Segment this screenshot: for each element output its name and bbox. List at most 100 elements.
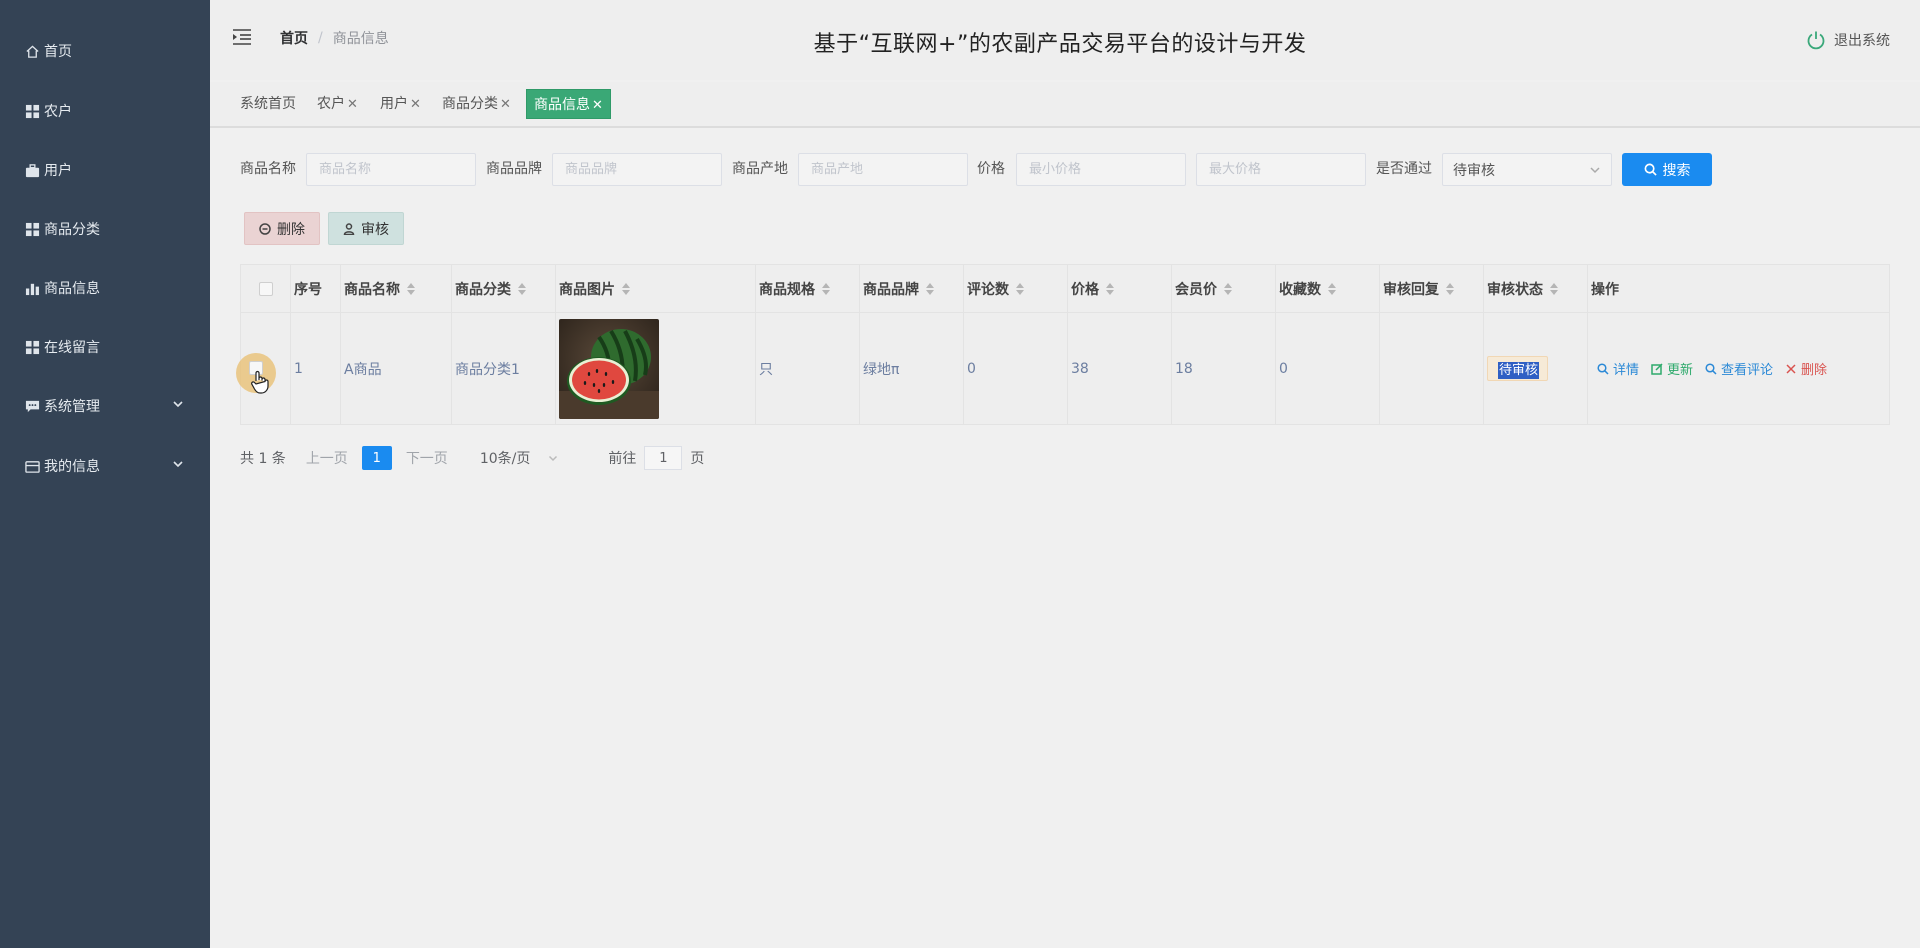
- column-header-audit-reply[interactable]: 审核回复: [1380, 265, 1484, 312]
- view-reviews-button[interactable]: 查看评论: [1705, 359, 1773, 378]
- system-title: 基于“互联网+”的农副产品交易平台的设计与开发: [813, 32, 1307, 57]
- close-icon[interactable]: ✕: [410, 97, 421, 112]
- sidebar-item-products[interactable]: 商品信息: [0, 268, 210, 308]
- close-icon[interactable]: ✕: [347, 97, 358, 112]
- select-all-checkbox[interactable]: [258, 281, 273, 296]
- table-header-row: 序号 商品名称 商品分类 商品图片 商品规格 商品品牌 评论数 价格 会员价 收…: [241, 265, 1889, 313]
- name-filter-label: 商品名称: [240, 161, 296, 177]
- sidebar-item-profile[interactable]: 我的信息: [0, 446, 210, 486]
- detail-label: 详情: [1613, 363, 1640, 378]
- tag-products[interactable]: 商品信息 ✕: [526, 89, 611, 119]
- sidebar-item-messages[interactable]: 在线留言: [0, 327, 210, 367]
- sort-icon[interactable]: [1016, 282, 1024, 295]
- sort-icon[interactable]: [1106, 282, 1114, 295]
- sort-icon[interactable]: [926, 282, 934, 295]
- column-header-label: 序号: [294, 281, 322, 298]
- goto-page-input[interactable]: [644, 446, 683, 470]
- max-price-input[interactable]: [1196, 153, 1366, 186]
- status-badge: 待审核: [1487, 356, 1549, 381]
- name-filter-input[interactable]: [306, 153, 476, 186]
- column-header-price[interactable]: 价格: [1068, 265, 1172, 312]
- tag-home[interactable]: 系统首页: [234, 89, 302, 119]
- detail-button[interactable]: 详情: [1597, 359, 1639, 378]
- page-number-1[interactable]: 1: [361, 446, 392, 470]
- delete-row-button[interactable]: 删除: [1785, 359, 1827, 378]
- sidebar-item-categories[interactable]: 商品分类: [0, 209, 210, 249]
- cell-operations: 详情 更新 查看评论 删除: [1588, 313, 1891, 424]
- cell-spec: 只: [756, 313, 860, 424]
- chat-icon: [24, 398, 40, 414]
- sidebar-item-label: 系统管理: [44, 399, 100, 415]
- cell-name: A商品: [341, 313, 452, 424]
- sidebar: 首页 农户 用户 商品分类 商品信息 在线留言 系统管理 我的信息: [0, 0, 210, 948]
- sort-icon[interactable]: [1550, 282, 1558, 295]
- origin-filter-input[interactable]: [798, 153, 968, 186]
- column-header-operations: 操作: [1588, 265, 1891, 312]
- column-header-spec[interactable]: 商品规格: [756, 265, 860, 312]
- sidebar-item-farmers[interactable]: 农户: [0, 91, 210, 131]
- min-price-input[interactable]: [1016, 153, 1186, 186]
- cell-audit-reply: [1380, 313, 1484, 424]
- row-select-cell: [236, 313, 291, 424]
- sort-icon[interactable]: [407, 282, 415, 295]
- sidebar-item-label: 商品分类: [44, 222, 100, 238]
- search-button-label: 搜索: [1662, 162, 1691, 179]
- sort-icon[interactable]: [622, 282, 630, 295]
- prev-page-button[interactable]: 上一页: [306, 448, 348, 468]
- tag-users[interactable]: 用户 ✕: [374, 89, 427, 119]
- close-icon[interactable]: ✕: [500, 97, 511, 112]
- goto-unit: 页: [690, 451, 705, 467]
- grid-icon: [24, 339, 40, 355]
- column-header-brand[interactable]: 商品品牌: [860, 265, 964, 312]
- column-header-comments[interactable]: 评论数: [964, 265, 1068, 312]
- update-button[interactable]: 更新: [1651, 359, 1693, 378]
- sort-icon[interactable]: [1446, 282, 1454, 295]
- batch-delete-label: 删除: [277, 221, 305, 238]
- search-icon: [1597, 362, 1609, 375]
- view-reviews-label: 查看评论: [1721, 363, 1774, 378]
- cell-price: 38: [1068, 313, 1172, 424]
- column-header-member-price[interactable]: 会员价: [1172, 265, 1276, 312]
- sidebar-item-home[interactable]: 首页: [0, 31, 210, 71]
- column-header-label: 审核状态: [1487, 281, 1543, 298]
- price-filter-label: 价格: [977, 161, 1005, 177]
- sort-icon[interactable]: [1224, 282, 1232, 295]
- column-header-category[interactable]: 商品分类: [452, 265, 556, 312]
- page-size-select[interactable]: 10条/页: [480, 448, 559, 468]
- audit-button[interactable]: 审核: [328, 212, 404, 245]
- column-header-audit-status[interactable]: 审核状态: [1484, 265, 1588, 312]
- cell-image: [556, 313, 756, 424]
- power-icon: [1807, 31, 1825, 50]
- sidebar-item-system[interactable]: 系统管理: [0, 386, 210, 426]
- breadcrumb-home[interactable]: 首页: [280, 28, 308, 48]
- goto-page: 前往 页: [608, 446, 704, 470]
- search-button[interactable]: 搜索: [1622, 153, 1712, 186]
- tag-farmers[interactable]: 农户 ✕: [311, 89, 364, 119]
- tag-label: 商品分类: [442, 96, 498, 112]
- chevron-down-icon: [1590, 166, 1600, 173]
- chevron-down-icon: [172, 398, 188, 414]
- close-icon[interactable]: ✕: [592, 98, 603, 113]
- product-image-watermelon[interactable]: [559, 318, 659, 419]
- sort-icon[interactable]: [822, 282, 830, 295]
- tag-label: 商品信息: [534, 97, 590, 113]
- column-header-image[interactable]: 商品图片: [556, 265, 756, 312]
- pagination-total: 共 1 条: [240, 451, 286, 467]
- sidebar-item-users[interactable]: 用户: [0, 150, 210, 190]
- column-header-name[interactable]: 商品名称: [341, 265, 452, 312]
- grid-icon: [24, 221, 40, 237]
- cell-comments: 0: [964, 313, 1068, 424]
- logout-label: 退出系统: [1834, 33, 1890, 49]
- next-page-button[interactable]: 下一页: [406, 448, 448, 468]
- tag-categories[interactable]: 商品分类 ✕: [436, 89, 517, 119]
- column-header-favorites[interactable]: 收藏数: [1276, 265, 1380, 312]
- logout-button[interactable]: 退出系统: [1806, 30, 1890, 50]
- menu-toggle-icon[interactable]: [232, 28, 252, 46]
- sort-icon[interactable]: [1328, 282, 1336, 295]
- close-icon: [1786, 363, 1796, 374]
- pass-filter-select[interactable]: 待审核: [1442, 153, 1612, 186]
- brand-filter-input[interactable]: [552, 153, 722, 186]
- column-header-label: 商品分类: [455, 281, 511, 298]
- sort-icon[interactable]: [518, 282, 526, 295]
- batch-delete-button[interactable]: 删除: [244, 212, 320, 245]
